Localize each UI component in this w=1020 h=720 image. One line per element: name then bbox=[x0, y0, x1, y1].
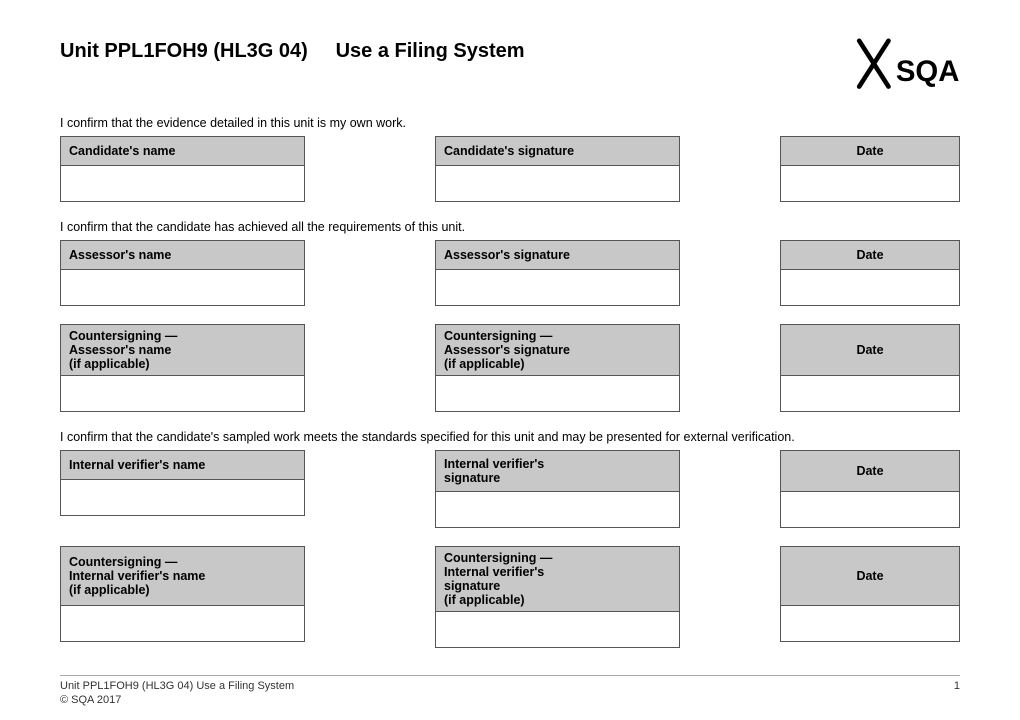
countersign-verifier-row: Countersigning — Internal verifier's nam… bbox=[60, 546, 960, 648]
verifier-sig-input[interactable] bbox=[435, 492, 680, 528]
countersign-assessor-sig-label: Countersigning — Assessor's signature (i… bbox=[435, 324, 680, 376]
countersign-verifier-sig-label: Countersigning — Internal verifier's sig… bbox=[435, 546, 680, 612]
countersign-verifier-date-label: Date bbox=[780, 546, 960, 606]
footer-unit-line: Unit PPL1FOH9 (HL3G 04) Use a Filing Sys… bbox=[60, 680, 294, 692]
assessor-name-label: Assessor's name bbox=[60, 240, 305, 270]
assessor-sig-col: Assessor's signature bbox=[435, 240, 680, 306]
verifier-sig-col: Internal verifier's signature bbox=[435, 450, 680, 528]
candidate-sig-input[interactable] bbox=[435, 166, 680, 202]
countersign-assessor-sig-input[interactable] bbox=[435, 376, 680, 412]
verifier-date-col: Date bbox=[780, 450, 960, 528]
candidate-section: I confirm that the evidence detailed in … bbox=[60, 116, 960, 202]
assessor-name-input[interactable] bbox=[60, 270, 305, 306]
assessor-sig-label: Assessor's signature bbox=[435, 240, 680, 270]
assessor-sig-input[interactable] bbox=[435, 270, 680, 306]
countersign-assessor-row: Countersigning — Assessor's name (if app… bbox=[60, 324, 960, 412]
candidate-sig-col: Candidate's signature bbox=[435, 136, 680, 202]
footer-copyright: © SQA 2017 bbox=[60, 694, 294, 706]
assessor-section: I confirm that the candidate has achieve… bbox=[60, 220, 960, 412]
assessor-confirm-text: I confirm that the candidate has achieve… bbox=[60, 220, 960, 234]
verifier-section: I confirm that the candidate's sampled w… bbox=[60, 430, 960, 648]
candidate-name-label: Candidate's name bbox=[60, 136, 305, 166]
verifier-sig-label: Internal verifier's signature bbox=[435, 450, 680, 492]
verifier-name-label: Internal verifier's name bbox=[60, 450, 305, 480]
verifier-form-row: Internal verifier's name Internal verifi… bbox=[60, 450, 960, 528]
verifier-date-label: Date bbox=[780, 450, 960, 492]
candidate-name-input[interactable] bbox=[60, 166, 305, 202]
verifier-date-input[interactable] bbox=[780, 492, 960, 528]
page: Unit PPL1FOH9 (HL3G 04) Use a Filing Sys… bbox=[0, 0, 1020, 720]
assessor-date-col: Date bbox=[780, 240, 960, 306]
footer-left: Unit PPL1FOH9 (HL3G 04) Use a Filing Sys… bbox=[60, 680, 294, 706]
candidate-date-label: Date bbox=[780, 136, 960, 166]
countersign-verifier-sig-col: Countersigning — Internal verifier's sig… bbox=[435, 546, 680, 648]
countersign-assessor-name-label: Countersigning — Assessor's name (if app… bbox=[60, 324, 305, 376]
candidate-date-input[interactable] bbox=[780, 166, 960, 202]
page-title: Unit PPL1FOH9 (HL3G 04) Use a Filing Sys… bbox=[60, 40, 525, 63]
footer: Unit PPL1FOH9 (HL3G 04) Use a Filing Sys… bbox=[60, 675, 960, 706]
assessor-date-input[interactable] bbox=[780, 270, 960, 306]
countersign-assessor-sig-col: Countersigning — Assessor's signature (i… bbox=[435, 324, 680, 412]
sqa-logo-svg: SQA bbox=[850, 33, 960, 98]
footer-page: 1 bbox=[954, 680, 960, 706]
countersign-verifier-name-label: Countersigning — Internal verifier's nam… bbox=[60, 546, 305, 606]
verifier-confirm-text: I confirm that the candidate's sampled w… bbox=[60, 430, 960, 444]
unit-code: Unit PPL1FOH9 (HL3G 04) bbox=[60, 40, 308, 62]
countersign-assessor-date-col: Date bbox=[780, 324, 960, 412]
candidate-form-row: Candidate's name Candidate's signature D… bbox=[60, 136, 960, 202]
assessor-form-row: Assessor's name Assessor's signature Dat… bbox=[60, 240, 960, 306]
countersign-assessor-date-input[interactable] bbox=[780, 376, 960, 412]
countersign-verifier-sig-input[interactable] bbox=[435, 612, 680, 648]
header: Unit PPL1FOH9 (HL3G 04) Use a Filing Sys… bbox=[60, 30, 960, 100]
sqa-logo: SQA bbox=[850, 30, 960, 100]
candidate-date-col: Date bbox=[780, 136, 960, 202]
countersign-verifier-name-input[interactable] bbox=[60, 606, 305, 642]
verifier-name-col: Internal verifier's name bbox=[60, 450, 305, 516]
countersign-verifier-name-col: Countersigning — Internal verifier's nam… bbox=[60, 546, 305, 642]
assessor-date-label: Date bbox=[780, 240, 960, 270]
countersign-assessor-name-col: Countersigning — Assessor's name (if app… bbox=[60, 324, 305, 412]
svg-text:SQA: SQA bbox=[896, 55, 960, 88]
countersign-verifier-date-col: Date bbox=[780, 546, 960, 642]
assessor-name-col: Assessor's name bbox=[60, 240, 305, 306]
countersign-assessor-date-label: Date bbox=[780, 324, 960, 376]
countersign-verifier-date-input[interactable] bbox=[780, 606, 960, 642]
candidate-sig-label: Candidate's signature bbox=[435, 136, 680, 166]
verifier-name-input[interactable] bbox=[60, 480, 305, 516]
unit-name: Use a Filing System bbox=[336, 40, 525, 62]
candidate-name-col: Candidate's name bbox=[60, 136, 305, 202]
countersign-assessor-name-input[interactable] bbox=[60, 376, 305, 412]
candidate-confirm-text: I confirm that the evidence detailed in … bbox=[60, 116, 960, 130]
